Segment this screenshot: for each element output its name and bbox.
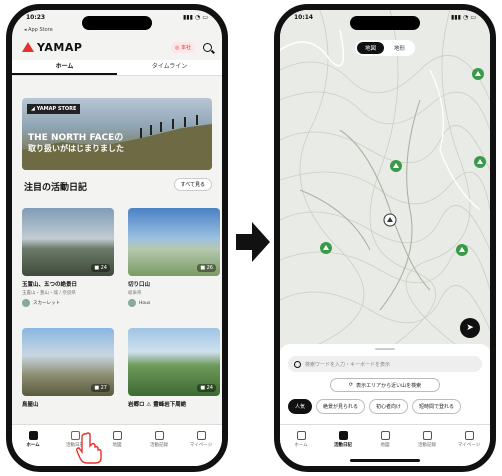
activity-photo: ■ 24 bbox=[128, 328, 220, 396]
photo-count: ■ 26 bbox=[197, 264, 216, 272]
tab-home[interactable]: ホーム bbox=[12, 60, 117, 75]
activity-card[interactable]: ■ 24 玉置山、五つの絶景日 玉置山・豊山・城 / 奈良県 スカーレット bbox=[22, 208, 114, 307]
photo-count: ■ 27 bbox=[91, 384, 110, 392]
toggle-map[interactable]: 地図 bbox=[356, 42, 384, 54]
user-icon bbox=[464, 431, 474, 440]
home-icon bbox=[28, 431, 38, 440]
location-arrow-icon[interactable]: ➤ bbox=[460, 318, 480, 338]
activity-card[interactable]: ■ 24 岩郷ロ ⚠ 霊峰岩下周絶 bbox=[128, 328, 220, 408]
refresh-icon: ⟳ bbox=[348, 382, 354, 388]
chip-beginner[interactable]: 初心者向け bbox=[369, 399, 409, 414]
tap-hand-icon bbox=[76, 432, 102, 464]
signal-icon: ▮▮▮ ◔ ▭ bbox=[183, 14, 208, 21]
card-location: 岐阜県 bbox=[128, 291, 142, 296]
sheet-handle[interactable] bbox=[375, 348, 395, 350]
card-title: 切り口山 bbox=[128, 282, 151, 288]
logo-mountain-icon bbox=[22, 42, 34, 52]
mountain-search-sheet: 検索ワードを入力・キーボードを表示 ⟳ 表示エリアから近い山を検索 人気 絶景が… bbox=[280, 344, 490, 424]
topographic-map[interactable]: 地図 地形 ➤ bbox=[280, 10, 490, 348]
nav-home[interactable]: ホーム bbox=[12, 431, 54, 466]
search-nearby-area-button[interactable]: ⟳ 表示エリアから近い山を検索 bbox=[330, 378, 440, 392]
activity-photo: ■ 24 bbox=[22, 208, 114, 276]
map-terrain bbox=[280, 10, 490, 348]
activity-photo: ■ 27 bbox=[22, 328, 114, 396]
card-title: 玉置山、五つの絶景日 bbox=[22, 282, 78, 288]
map-icon bbox=[112, 431, 122, 440]
banner-headline: THE NORTH FACEの bbox=[28, 133, 124, 143]
signal-icon: ▮▮▮ ◔ ▭ bbox=[451, 14, 476, 21]
photo-count: ■ 24 bbox=[197, 384, 216, 392]
chip-scenic[interactable]: 絶景が見られる bbox=[316, 399, 366, 414]
see-all-button[interactable]: すべて見る bbox=[173, 178, 212, 191]
search-icon bbox=[294, 360, 301, 368]
card-user: スカーレット bbox=[22, 299, 114, 307]
card-location: 玉置山・豊山・城 / 奈良県 bbox=[22, 291, 76, 296]
tab-timeline[interactable]: タイムライン bbox=[117, 60, 222, 75]
home-indicator bbox=[350, 459, 420, 462]
right-phone: 地図 地形 ➤ 10:14 ▮▮▮ ◔ ▭ 検索ワードを入力・キーボードを表示 … bbox=[274, 4, 496, 472]
home-tabs: ホーム タイムライン bbox=[12, 60, 222, 76]
map-icon bbox=[380, 431, 390, 440]
back-to-app-link[interactable]: ◂ App Store bbox=[24, 27, 53, 33]
nav-home[interactable]: ホーム bbox=[280, 431, 322, 466]
home-icon bbox=[296, 431, 306, 440]
notch bbox=[82, 16, 152, 30]
filter-chips: 人気 絶景が見られる 初心者向け 短時間で登れる bbox=[288, 399, 490, 414]
card-user: Hous bbox=[128, 299, 220, 307]
nav-map[interactable]: 地図 bbox=[96, 431, 138, 466]
notch bbox=[350, 16, 420, 30]
clock: 10:14 bbox=[294, 14, 314, 21]
section-title: 注目の活動日記 bbox=[24, 183, 88, 193]
store-tag: ◢ YAMAP STORE bbox=[27, 104, 81, 114]
chip-short-time[interactable]: 短時間で登れる bbox=[412, 399, 462, 414]
activity-card[interactable]: ■ 26 切り口山 岐阜県 Hous bbox=[128, 208, 220, 307]
activity-card[interactable]: ■ 27 鳥屋山 bbox=[22, 328, 114, 408]
search-icon[interactable] bbox=[203, 42, 212, 52]
banner-subheadline: 取り扱いがはじまりました bbox=[28, 144, 124, 153]
home-feed[interactable]: ◢ YAMAP STORE THE NORTH FACEの 取り扱いがはじまりま… bbox=[12, 76, 222, 424]
activity-photo: ■ 26 bbox=[128, 208, 220, 276]
avatar bbox=[128, 299, 136, 307]
mountain-search-input[interactable]: 検索ワードを入力・キーボードを表示 bbox=[288, 356, 482, 372]
chip-popular[interactable]: 人気 bbox=[288, 399, 313, 414]
toggle-terrain[interactable]: 地形 bbox=[386, 42, 413, 54]
map-type-toggle: 地図 地形 bbox=[354, 40, 416, 56]
nav-mypage[interactable]: マイページ bbox=[448, 431, 490, 466]
location-badge[interactable]: ◎ 本社 bbox=[171, 41, 195, 53]
avatar bbox=[22, 299, 30, 307]
bell-icon bbox=[422, 431, 432, 440]
nav-mypage[interactable]: マイページ bbox=[180, 431, 222, 466]
card-title: 岩郷ロ ⚠ 霊峰岩下周絶 bbox=[128, 402, 187, 408]
arrow-right-icon bbox=[236, 222, 270, 262]
diary-icon bbox=[338, 431, 348, 440]
user-icon bbox=[196, 431, 206, 440]
nav-record[interactable]: 活動記録 bbox=[138, 431, 180, 466]
bell-icon bbox=[154, 431, 164, 440]
app-header: YAMAP ◎ 本社 bbox=[22, 38, 212, 56]
yamap-logo: YAMAP bbox=[22, 41, 82, 54]
card-title: 鳥屋山 bbox=[22, 402, 39, 408]
store-banner[interactable]: ◢ YAMAP STORE THE NORTH FACEの 取り扱いがはじまりま… bbox=[22, 98, 212, 170]
photo-count: ■ 24 bbox=[91, 264, 110, 272]
left-phone: 10:23 ▮▮▮ ◔ ▭ ◂ App Store YAMAP ◎ 本社 ホーム… bbox=[6, 4, 228, 472]
bottom-nav: ホーム 活動日記 地図 活動記録 マイページ bbox=[12, 424, 222, 466]
